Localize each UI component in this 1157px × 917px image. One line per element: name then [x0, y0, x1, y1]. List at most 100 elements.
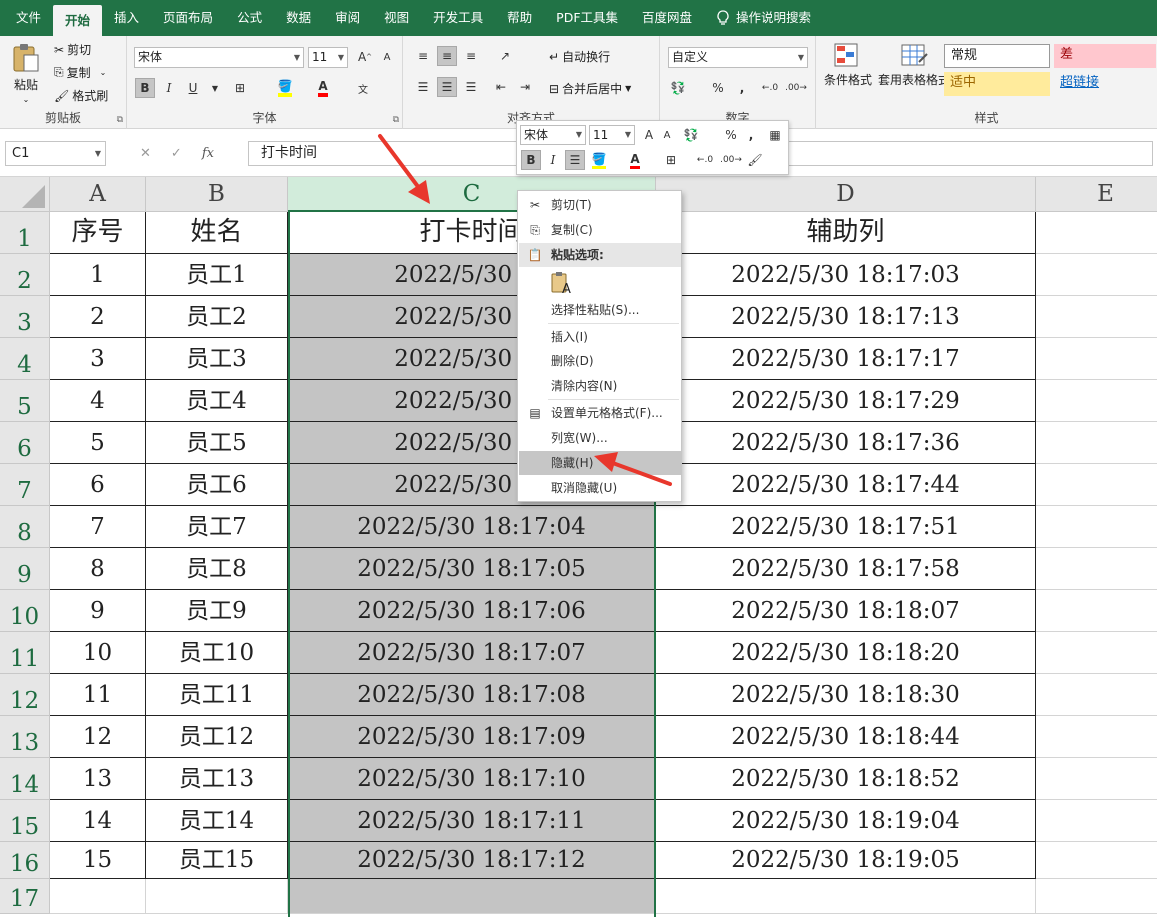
- table-cell[interactable]: [1036, 590, 1157, 632]
- select-all-corner[interactable]: [0, 177, 50, 212]
- table-cell[interactable]: [1036, 212, 1157, 254]
- table-cell[interactable]: 员工12: [146, 716, 288, 758]
- table-cell[interactable]: [1036, 464, 1157, 506]
- menu-item-delete[interactable]: 删除(D): [519, 349, 681, 373]
- row-header-3[interactable]: 3: [0, 296, 50, 338]
- table-cell[interactable]: 6: [50, 464, 146, 506]
- table-cell[interactable]: 员工2: [146, 296, 288, 338]
- column-header-e[interactable]: E: [1036, 177, 1157, 212]
- decrease-decimal-button[interactable]: .00→: [785, 78, 807, 98]
- table-cell[interactable]: 员工1: [146, 254, 288, 296]
- shrink-font-button[interactable]: A: [377, 47, 397, 67]
- table-cell[interactable]: 10: [50, 632, 146, 674]
- table-cell[interactable]: [146, 879, 288, 914]
- menu-item-cut[interactable]: ✂ 剪切(T): [519, 193, 681, 217]
- tab-data[interactable]: 数据: [274, 0, 323, 36]
- table-cell[interactable]: 2022/5/30 18:18:52: [656, 758, 1036, 800]
- table-cell[interactable]: 2022/5/30 18:18:30: [656, 674, 1036, 716]
- row-header-8[interactable]: 8: [0, 506, 50, 548]
- menu-item-copy[interactable]: ⎘ 复制(C): [519, 218, 681, 242]
- table-cell[interactable]: 员工15: [146, 842, 288, 879]
- underline-dropdown-icon[interactable]: ▼: [205, 78, 225, 98]
- menu-item-insert[interactable]: 插入(I): [519, 325, 681, 349]
- mini-accounting-button[interactable]: 💱: [681, 125, 701, 145]
- style-neutral[interactable]: 适中: [944, 72, 1050, 96]
- clipboard-launcher-icon[interactable]: ⧉: [117, 115, 123, 125]
- row-header-9[interactable]: 9: [0, 548, 50, 590]
- menu-item-clear-contents[interactable]: 清除内容(N): [519, 374, 681, 398]
- cut-button[interactable]: ✂ 剪切: [54, 41, 91, 58]
- orientation-button[interactable]: ↗: [495, 46, 515, 66]
- font-size-select[interactable]: 11 ▼: [308, 47, 348, 68]
- tab-page-layout[interactable]: 页面布局: [151, 0, 225, 36]
- row-header-5[interactable]: 5: [0, 380, 50, 422]
- table-cell[interactable]: 2022/5/30 18:18:07: [656, 590, 1036, 632]
- menu-item-paste-special[interactable]: 选择性粘贴(S)...: [519, 298, 681, 322]
- font-color-button[interactable]: A: [313, 78, 333, 98]
- tab-insert[interactable]: 插入: [102, 0, 151, 36]
- menu-item-unhide[interactable]: 取消隐藏(U): [519, 476, 681, 500]
- table-cell[interactable]: 2022/5/30 18:18:44: [656, 716, 1036, 758]
- table-cell[interactable]: 12: [50, 716, 146, 758]
- align-middle-button[interactable]: ≡: [437, 46, 457, 66]
- table-cell[interactable]: 2022/5/30 18:19:04: [656, 800, 1036, 842]
- table-cell[interactable]: 员工3: [146, 338, 288, 380]
- table-cell[interactable]: 2022/5/30 18:17:44: [656, 464, 1036, 506]
- mini-percent-button[interactable]: %: [721, 125, 741, 145]
- table-cell[interactable]: [1036, 422, 1157, 464]
- header-cell[interactable]: 序号: [50, 212, 146, 254]
- grow-font-button[interactable]: A ^: [355, 47, 375, 67]
- menu-item-format-cells[interactable]: ▤ 设置单元格格式(F)...: [519, 401, 681, 425]
- copy-button[interactable]: ⎘ 复制 ⌄: [54, 64, 106, 81]
- table-cell[interactable]: 8: [50, 548, 146, 590]
- row-header-6[interactable]: 6: [0, 422, 50, 464]
- mini-italic-button[interactable]: I: [543, 150, 563, 170]
- table-cell[interactable]: 3: [50, 338, 146, 380]
- table-cell[interactable]: 4: [50, 380, 146, 422]
- table-cell[interactable]: 员工11: [146, 674, 288, 716]
- align-left-button[interactable]: ☰: [413, 77, 433, 97]
- enter-check-icon[interactable]: ✓: [171, 146, 182, 161]
- style-hyperlink[interactable]: 超链接: [1054, 72, 1156, 96]
- table-cell[interactable]: 5: [50, 422, 146, 464]
- format-painter-button[interactable]: 🖌 格式刷: [54, 87, 108, 104]
- cancel-icon[interactable]: ✕: [140, 146, 151, 161]
- phonetic-button[interactable]: 文: [353, 78, 373, 98]
- table-cell[interactable]: [1036, 674, 1157, 716]
- table-cell[interactable]: 2022/5/30 18:17:17: [656, 338, 1036, 380]
- tell-me-search[interactable]: 操作说明搜索: [704, 0, 823, 36]
- tab-view[interactable]: 视图: [372, 0, 421, 36]
- table-cell[interactable]: 员工4: [146, 380, 288, 422]
- paste-option-keep-source-icon[interactable]: A: [550, 271, 574, 297]
- accounting-format-button[interactable]: 💱: [668, 78, 688, 98]
- table-cell[interactable]: 2: [50, 296, 146, 338]
- mini-format-table-button[interactable]: ▦: [765, 125, 785, 145]
- table-cell-selected[interactable]: 2022/5/30 18:17:10: [288, 758, 656, 800]
- mini-fill-color-button[interactable]: 🪣: [589, 150, 609, 170]
- tab-pdf-tools[interactable]: PDF工具集: [544, 0, 630, 36]
- name-box[interactable]: C1 ▼: [5, 141, 106, 166]
- tab-baidu-netdisk[interactable]: 百度网盘: [630, 0, 704, 36]
- row-header-4[interactable]: 4: [0, 338, 50, 380]
- row-header-15[interactable]: 15: [0, 800, 50, 842]
- table-cell[interactable]: 2022/5/30 18:17:03: [656, 254, 1036, 296]
- table-cell-selected[interactable]: 2022/5/30 18:17:08: [288, 674, 656, 716]
- tab-home[interactable]: 开始: [53, 5, 103, 36]
- merge-center-button[interactable]: ⊟ 合并后居中 ▼: [549, 80, 631, 97]
- fill-color-button[interactable]: 🪣: [275, 78, 295, 98]
- table-cell[interactable]: 员工8: [146, 548, 288, 590]
- mini-decrease-decimal-button[interactable]: .00→: [720, 150, 742, 170]
- mini-format-painter-button[interactable]: 🖌: [745, 150, 765, 170]
- column-header-d[interactable]: D: [656, 177, 1036, 212]
- table-cell-selected[interactable]: 2022/5/30 18:17:04: [288, 506, 656, 548]
- table-cell[interactable]: 13: [50, 758, 146, 800]
- row-header-2[interactable]: 2: [0, 254, 50, 296]
- table-cell-selected[interactable]: 2022/5/30 18:17:05: [288, 548, 656, 590]
- underline-button[interactable]: U: [183, 78, 203, 98]
- row-header-17[interactable]: 17: [0, 879, 50, 914]
- format-as-table-button[interactable]: 套用表格格式: [878, 42, 950, 88]
- table-cell[interactable]: [1036, 758, 1157, 800]
- table-cell[interactable]: 2022/5/30 18:17:29: [656, 380, 1036, 422]
- table-cell[interactable]: [1036, 879, 1157, 914]
- row-header-11[interactable]: 11: [0, 632, 50, 674]
